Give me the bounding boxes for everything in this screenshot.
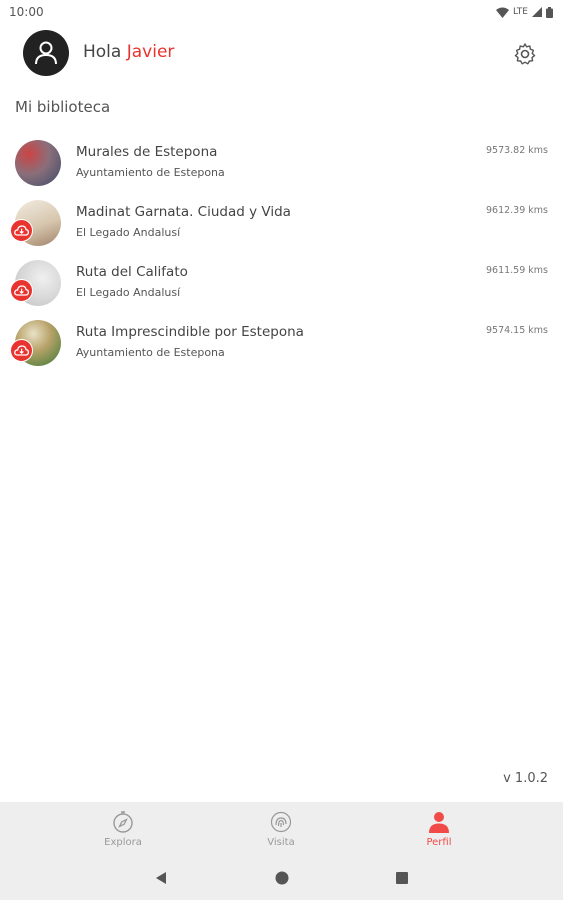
cloud-download-icon[interactable] xyxy=(10,339,33,362)
item-distance: 9611.59 kms xyxy=(485,265,548,276)
signal-icon xyxy=(532,7,542,17)
cloud-download-icon[interactable] xyxy=(10,279,33,302)
item-distance: 9612.39 kms xyxy=(485,205,548,216)
gear-icon xyxy=(514,43,536,65)
list-item[interactable]: Ruta del Califato El Legado Andalusí 961… xyxy=(0,252,563,312)
status-bar: 10:00 LTE xyxy=(0,0,563,24)
status-time: 10:00 xyxy=(9,5,44,19)
fingerprint-icon xyxy=(270,811,292,833)
item-title: Madinat Garnata. Ciudad y Vida xyxy=(76,204,291,220)
list-item[interactable]: Murales de Estepona Ayuntamiento de Este… xyxy=(0,132,563,192)
home-circle-icon xyxy=(275,871,289,885)
tab-visita[interactable]: Visita xyxy=(241,810,321,848)
route-thumbnail xyxy=(15,140,61,186)
list-item[interactable]: Ruta Imprescindible por Estepona Ayuntam… xyxy=(0,312,563,372)
item-distance: 9573.82 kms xyxy=(485,145,548,156)
item-subtitle: Ayuntamiento de Estepona xyxy=(76,166,225,179)
battery-icon xyxy=(546,6,553,18)
avatar[interactable] xyxy=(23,30,69,76)
greeting: Hola Javier xyxy=(83,42,174,62)
bottom-nav: Explora Visita Perfil xyxy=(0,802,563,856)
item-title: Ruta del Califato xyxy=(76,264,188,280)
home-button[interactable] xyxy=(272,868,292,888)
item-subtitle: El Legado Andalusí xyxy=(76,286,181,299)
recents-square-icon xyxy=(396,872,408,884)
network-label: LTE xyxy=(513,7,528,17)
tab-perfil[interactable]: Perfil xyxy=(399,810,479,848)
status-icons: LTE xyxy=(496,6,553,18)
wifi-icon xyxy=(496,7,510,18)
library-list: Murales de Estepona Ayuntamiento de Este… xyxy=(0,132,563,372)
item-distance: 9574.15 kms xyxy=(485,325,548,336)
item-subtitle: El Legado Andalusí xyxy=(76,226,181,239)
recents-button[interactable] xyxy=(392,868,412,888)
user-icon xyxy=(35,41,57,65)
back-triangle-icon xyxy=(156,872,166,884)
tab-label: Explora xyxy=(104,837,142,848)
list-item[interactable]: Madinat Garnata. Ciudad y Vida El Legado… xyxy=(0,192,563,252)
cloud-download-icon[interactable] xyxy=(10,219,33,242)
item-subtitle: Ayuntamiento de Estepona xyxy=(76,346,225,359)
compass-icon xyxy=(113,811,133,833)
app-version: v 1.0.2 xyxy=(503,771,548,786)
user-name: Javier xyxy=(126,42,175,62)
tab-label: Visita xyxy=(267,837,295,848)
item-title: Murales de Estepona xyxy=(76,144,218,160)
item-title: Ruta Imprescindible por Estepona xyxy=(76,324,304,340)
back-button[interactable] xyxy=(151,868,171,888)
greeting-text: Hola xyxy=(83,42,122,62)
person-icon xyxy=(429,812,449,833)
settings-button[interactable] xyxy=(511,40,539,68)
system-nav-bar xyxy=(0,856,563,900)
section-title: Mi biblioteca xyxy=(15,98,111,116)
header: Hola Javier xyxy=(0,28,563,80)
tab-label: Perfil xyxy=(426,837,452,848)
tab-explora[interactable]: Explora xyxy=(83,810,163,848)
